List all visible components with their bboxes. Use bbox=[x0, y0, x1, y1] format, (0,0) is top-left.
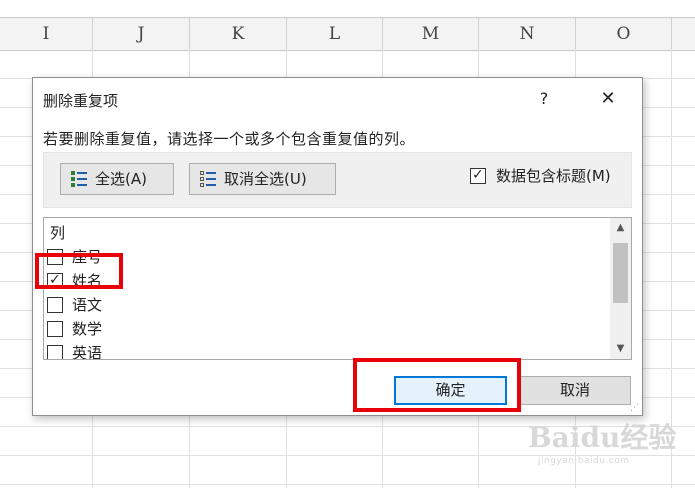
scroll-thumb[interactable] bbox=[613, 243, 628, 303]
list-item-zuohao[interactable]: 座号 bbox=[44, 244, 604, 268]
cancel-button[interactable]: 取消 bbox=[519, 376, 631, 405]
columns-listbox[interactable]: 列 座号 ✓ 姓名 语文 数学 英语 ▲ ▼ bbox=[43, 217, 632, 360]
scroll-down-icon[interactable]: ▼ bbox=[610, 339, 631, 359]
has-headers-label: 数据包含标题(M) bbox=[496, 167, 611, 185]
dialog-title-bar[interactable]: 删除重复项 ? ✕ bbox=[33, 78, 642, 122]
watermark-logo: Baidu经验 bbox=[528, 421, 677, 454]
help-button[interactable]: ? bbox=[533, 87, 555, 111]
column-header-i[interactable]: I bbox=[0, 18, 93, 50]
column-header-m[interactable]: M bbox=[383, 18, 479, 50]
highlight-name-column bbox=[35, 253, 123, 289]
unselect-all-label: 取消全选(U) bbox=[224, 170, 307, 188]
column-header-n[interactable]: N bbox=[479, 18, 576, 50]
list-item-yuwen[interactable]: 语文 bbox=[44, 292, 604, 316]
unselect-all-button[interactable]: 取消全选(U) bbox=[189, 163, 336, 195]
list-item-shuxue[interactable]: 数学 bbox=[44, 316, 604, 340]
list-scrollbar[interactable]: ▲ ▼ bbox=[610, 218, 631, 359]
instruction-text: 若要删除重复值，请选择一个或多个包含重复值的列。 bbox=[43, 130, 416, 148]
column-checkbox[interactable] bbox=[47, 345, 63, 359]
remove-duplicates-dialog: 删除重复项 ? ✕ 若要删除重复值，请选择一个或多个包含重复值的列。 全选(A) bbox=[32, 77, 643, 416]
select-all-button[interactable]: 全选(A) bbox=[60, 163, 174, 195]
select-all-icon bbox=[71, 171, 87, 187]
unselect-all-icon bbox=[200, 171, 216, 187]
column-label: 英语 bbox=[72, 344, 103, 360]
column-label: 语文 bbox=[72, 296, 103, 314]
highlight-ok-button bbox=[353, 358, 521, 412]
column-header-l[interactable]: L bbox=[287, 18, 383, 50]
column-header-j[interactable]: J bbox=[93, 18, 190, 50]
button-panel: 全选(A) 取消全选(U) ✓ 数据包含标题(M) bbox=[43, 152, 632, 208]
list-header: 列 bbox=[50, 224, 66, 242]
grid-line bbox=[0, 484, 695, 485]
column-header-k[interactable]: K bbox=[190, 18, 287, 50]
scroll-up-icon[interactable]: ▲ bbox=[610, 218, 631, 238]
column-checkbox[interactable] bbox=[47, 297, 63, 313]
watermark-url: jingyan.baidu.com bbox=[538, 456, 630, 466]
has-headers-checkbox-box[interactable]: ✓ bbox=[470, 167, 486, 184]
list-item-xingming[interactable]: ✓ 姓名 bbox=[44, 268, 604, 292]
baidu-watermark: Baidu经验 jingyan.baidu.com bbox=[528, 412, 688, 472]
dialog-title: 删除重复项 bbox=[43, 92, 119, 110]
select-all-label: 全选(A) bbox=[95, 170, 147, 188]
column-checkbox[interactable] bbox=[47, 321, 63, 337]
column-header-row: I J K L M N O bbox=[0, 17, 695, 51]
column-label: 数学 bbox=[72, 320, 103, 338]
close-button[interactable]: ✕ bbox=[593, 86, 623, 112]
column-header-o[interactable]: O bbox=[576, 18, 672, 50]
list-item-yingyu[interactable]: 英语 bbox=[44, 340, 604, 360]
checkmark-icon: ✓ bbox=[472, 167, 484, 183]
